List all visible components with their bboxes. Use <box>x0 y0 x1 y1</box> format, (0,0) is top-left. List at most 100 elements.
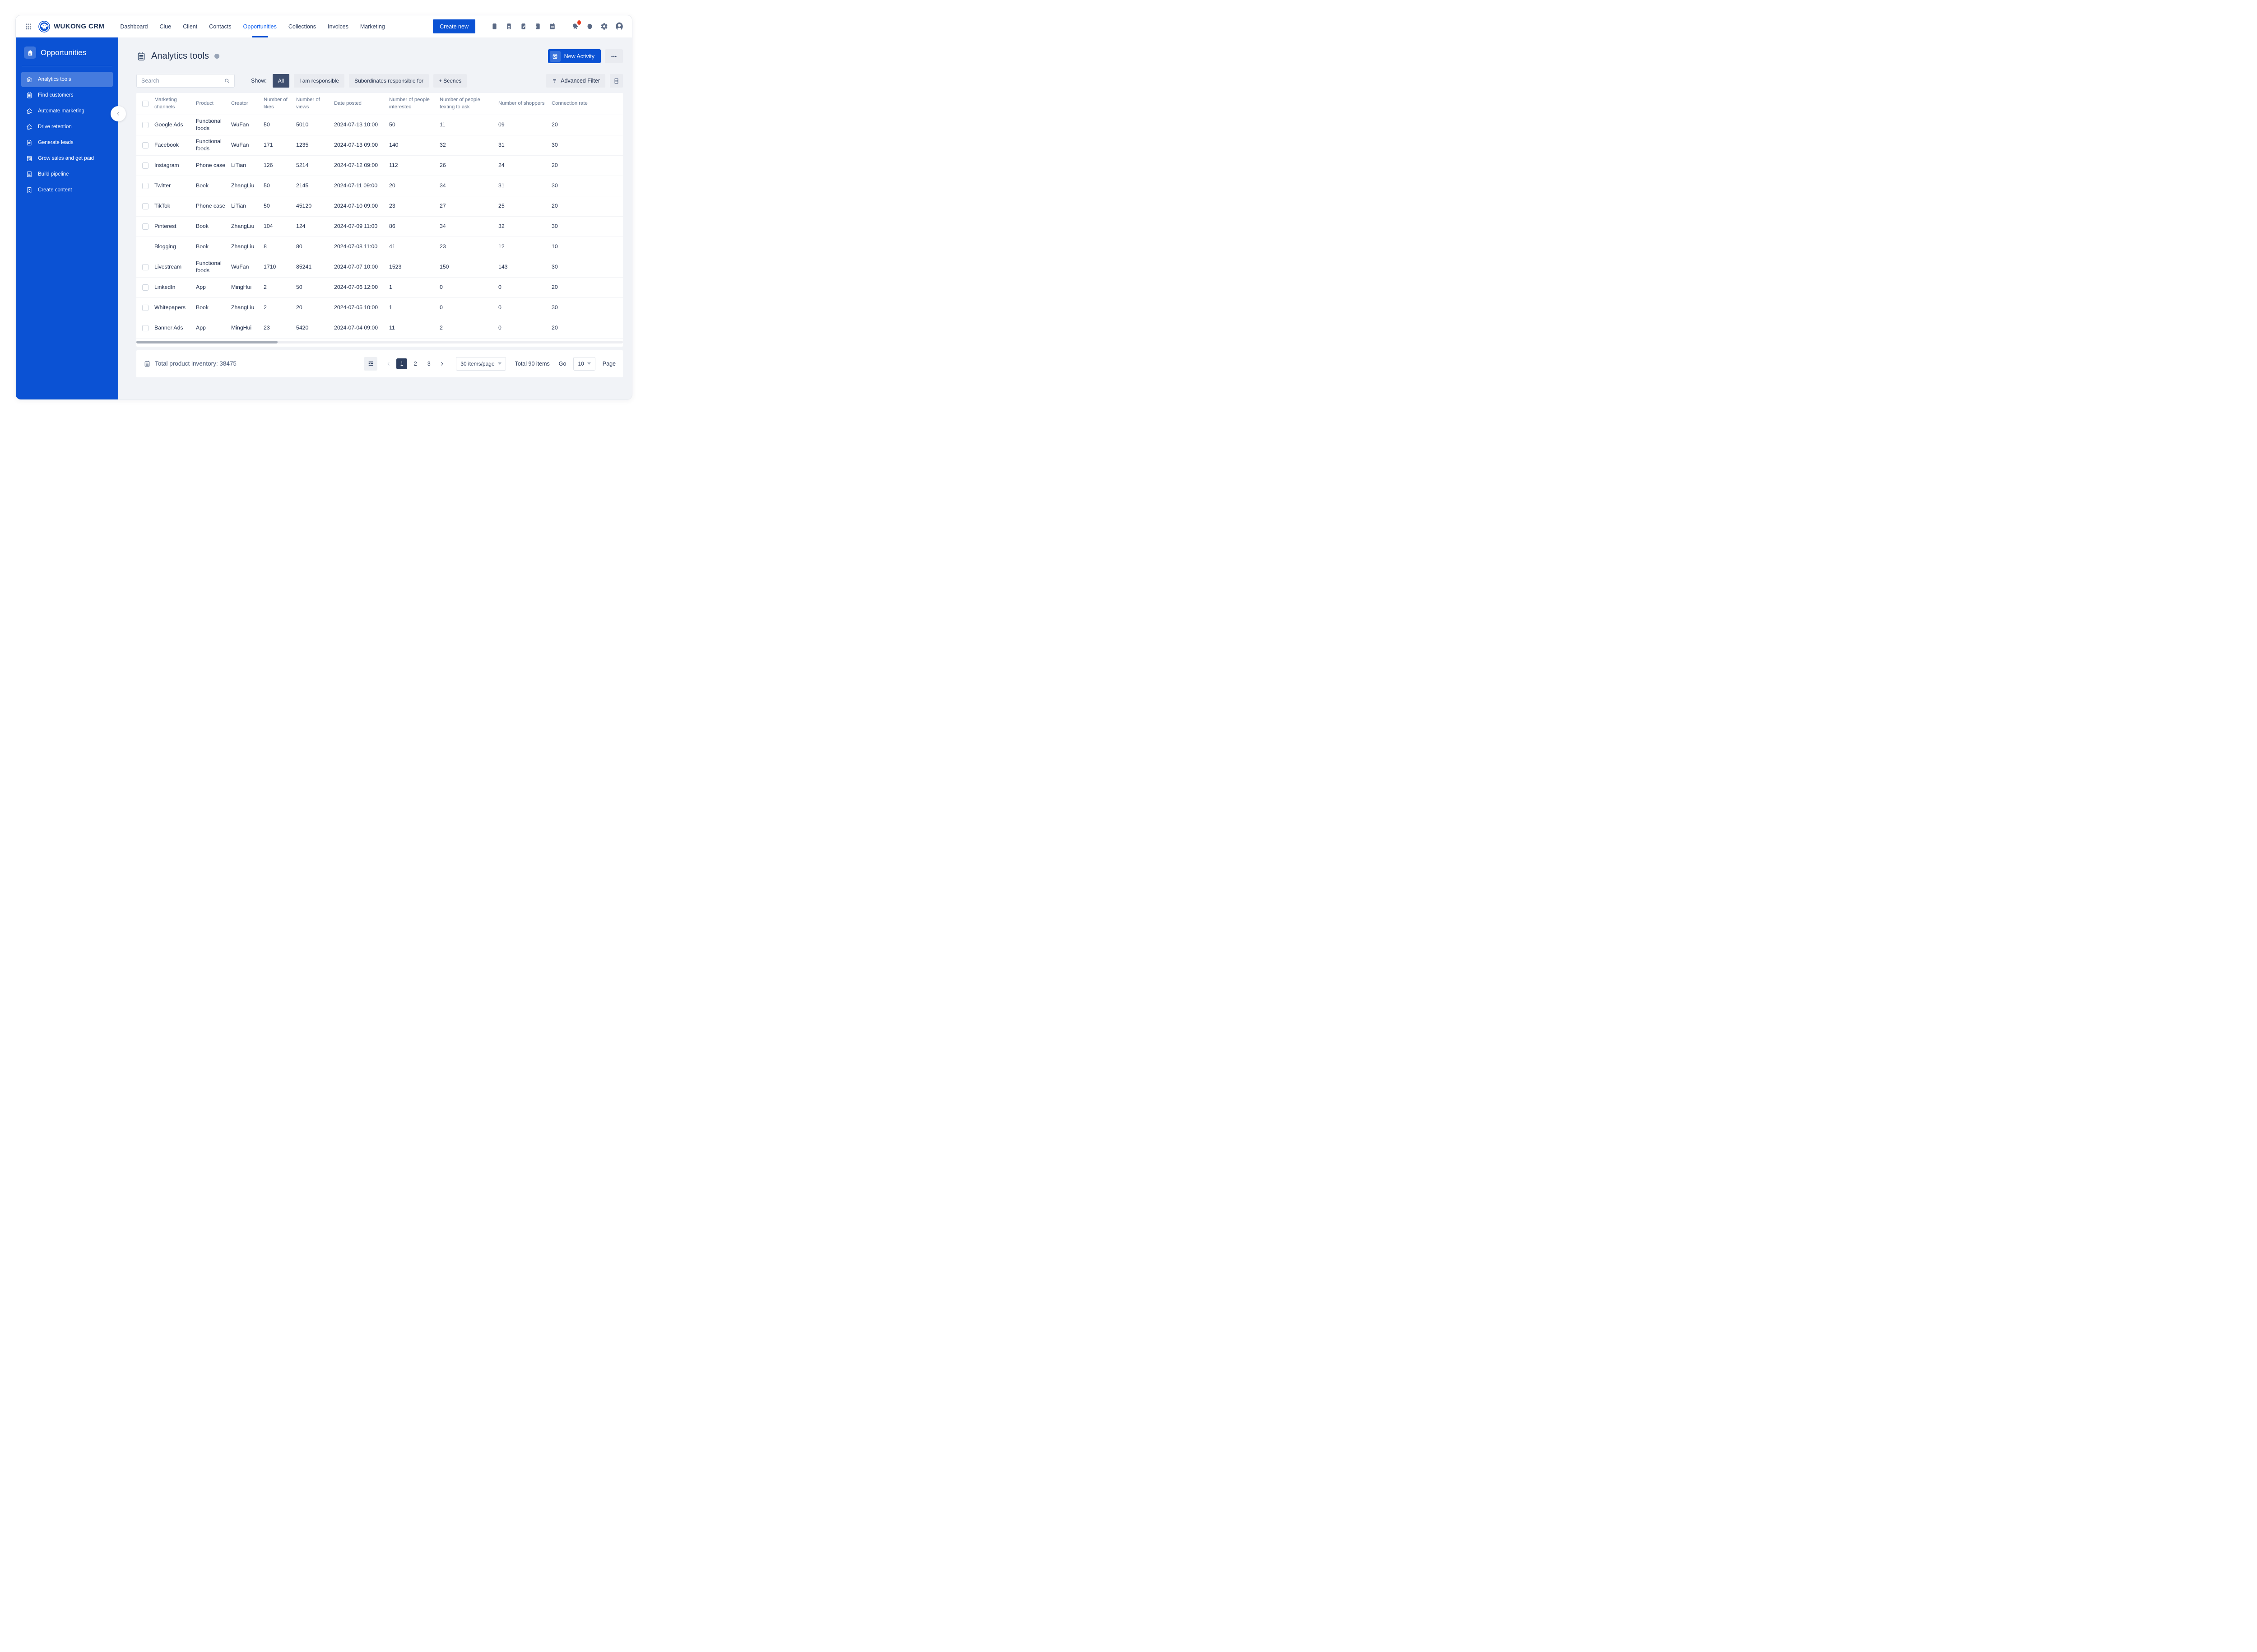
column-header-creator: Creator <box>231 100 248 106</box>
page-button-2[interactable]: 2 <box>410 358 421 369</box>
nav-item-invoices[interactable]: Invoices <box>322 15 354 37</box>
scrollbar-track[interactable] <box>136 340 623 343</box>
nav-item-contacts[interactable]: Contacts <box>203 15 237 37</box>
go-page-select[interactable]: 10 <box>573 357 595 371</box>
row-checkbox[interactable] <box>142 182 149 189</box>
sidebar-item-drive-retention[interactable]: Drive retention <box>21 119 113 135</box>
table-row[interactable]: Banner Ads App MingHui 23 5420 2024-07-04 09:… <box>136 318 623 339</box>
search-icon[interactable] <box>224 78 230 84</box>
table-row[interactable]: Twitter Book ZhangLiu 50 2145 2024-07-11 09:0… <box>136 176 623 196</box>
bookmark-x-icon <box>26 186 33 194</box>
row-checkbox[interactable] <box>142 121 149 128</box>
filter-i-am-responsible[interactable]: I am responsible <box>294 74 345 88</box>
table-body: Google Ads Functional foods WuFan 50 5010 202… <box>136 115 623 339</box>
nav-item-dashboard[interactable]: Dashboard <box>114 15 153 37</box>
more-actions-button[interactable] <box>605 49 623 63</box>
nav-item-collections[interactable]: Collections <box>283 15 322 37</box>
house-chart-icon <box>26 76 33 83</box>
sidebar-item-grow-sales-and-get-paid[interactable]: Grow sales and get paid <box>21 151 113 166</box>
nav-item-clue[interactable]: Clue <box>153 15 177 37</box>
cell-number-of-people-texting-to-ask: 23 <box>440 243 446 250</box>
search-input[interactable] <box>141 78 224 84</box>
row-checkbox[interactable] <box>142 325 149 331</box>
cell-product: Functional foods <box>196 260 222 274</box>
sidebar-item-automate-marketing[interactable]: Automate marketing <box>21 103 113 119</box>
avatar-icon[interactable] <box>615 22 624 31</box>
page-button-1[interactable]: 1 <box>396 358 408 369</box>
doc-icon[interactable] <box>491 23 498 30</box>
row-checkbox[interactable] <box>142 264 149 270</box>
cell-number-of-people-texting-to-ask: 32 <box>440 141 446 148</box>
cell-marketing-channels: TikTok <box>154 202 171 209</box>
sidebar-menu: Analytics tools Find customers Automate ma… <box>16 72 118 198</box>
table-row[interactable]: Facebook Functional foods WuFan 171 1235 2024… <box>136 135 623 156</box>
gear-icon[interactable] <box>600 23 608 30</box>
page-title: Analytics tools <box>151 51 209 61</box>
brand[interactable]: WUKONG CRM <box>38 20 104 32</box>
table-row[interactable]: Whitepapers Book ZhangLiu 2 20 2024-07-05 10:… <box>136 298 623 318</box>
row-checkbox[interactable] <box>142 162 149 169</box>
table-row[interactable]: Instagram Phone case LiTian 126 5214 2024-07-… <box>136 156 623 176</box>
go-label: Go <box>558 360 567 367</box>
row-checkbox[interactable] <box>142 304 149 311</box>
user-doc-icon[interactable] <box>505 23 513 30</box>
row-checkbox[interactable] <box>142 203 149 209</box>
cell-number-of-shoppers: 31 <box>498 141 505 148</box>
sidebar-item-analytics-tools[interactable]: Analytics tools <box>21 72 113 87</box>
sidebar-item-label: Drive retention <box>38 124 72 130</box>
next-page-button[interactable] <box>437 359 447 369</box>
sidebar-collapse-button[interactable] <box>111 106 126 121</box>
cell-connection-rate: 20 <box>552 283 558 290</box>
nav-item-label: Opportunities <box>243 23 277 30</box>
page-button-3[interactable]: 3 <box>423 358 434 369</box>
note-icon[interactable] <box>520 23 527 30</box>
table-row[interactable]: Blogging Book ZhangLiu 8 80 2024-07-08 11:00 4… <box>136 237 623 257</box>
table-header-row: Marketing channels Product Creator Number o… <box>136 93 623 115</box>
cell-date-posted: 2024-07-07 10:00 <box>334 263 378 270</box>
new-activity-button[interactable]: New Activity <box>548 49 601 63</box>
table-row[interactable]: Google Ads Functional foods WuFan 50 5010 202… <box>136 115 623 135</box>
cell-number-of-people-texting-to-ask: 27 <box>440 202 446 209</box>
row-checkbox[interactable] <box>142 223 149 230</box>
filter-subordinates-responsible-for[interactable]: Subordinates responsible for <box>349 74 429 88</box>
table-row[interactable]: LinkedIn App MingHui 2 50 2024-07-06 12:00 1 0 0… <box>136 278 623 298</box>
list-icon[interactable] <box>534 23 542 30</box>
advanced-filter-button[interactable]: Advanced Filter <box>546 74 605 88</box>
sidebar-item-create-content[interactable]: Create content <box>21 182 113 198</box>
page-header: Analytics tools New Activity <box>136 49 623 63</box>
sidebar-header: Opportunities <box>16 37 118 65</box>
cell-date-posted: 2024-07-13 09:00 <box>334 141 378 148</box>
select-all-checkbox[interactable] <box>142 100 149 107</box>
cell-date-posted: 2024-07-08 11:00 <box>334 243 378 250</box>
view-mode-button[interactable] <box>364 357 378 371</box>
sidebar-item-build-pipeline[interactable]: Build pipeline <box>21 167 113 182</box>
cell-number-of-views: 2145 <box>296 182 309 189</box>
nav-item-client[interactable]: Client <box>177 15 203 37</box>
table-row[interactable]: Livestream Functional foods WuFan 1710 85241… <box>136 257 623 278</box>
cell-number-of-people-texting-to-ask: 34 <box>440 223 446 229</box>
column-header-number-of-people-interested: Number of people interested <box>389 97 430 110</box>
row-checkbox[interactable] <box>142 142 149 148</box>
column-settings-button[interactable] <box>610 74 623 88</box>
cell-number-of-likes: 23 <box>264 324 270 331</box>
scrollbar-thumb[interactable] <box>136 340 278 343</box>
create-new-button[interactable]: Create new <box>433 19 475 33</box>
table-row[interactable]: Pinterest Book ZhangLiu 104 124 2024-07-09 11… <box>136 217 623 237</box>
bell-icon[interactable] <box>571 20 581 30</box>
filter-scenes[interactable]: + Scenes <box>433 74 467 88</box>
page-size-select[interactable]: 30 items/page <box>456 357 506 371</box>
sidebar-item-generate-leads[interactable]: Generate leads <box>21 135 113 150</box>
table-row[interactable]: TikTok Phone case LiTian 50 45120 2024-07-10 … <box>136 196 623 217</box>
filter-all[interactable]: All <box>272 74 290 88</box>
app-grid-icon[interactable] <box>25 23 33 30</box>
circle-icon[interactable] <box>586 23 594 30</box>
cell-marketing-channels: Whitepapers <box>154 304 186 311</box>
calendar-icon[interactable] <box>548 23 556 30</box>
sidebar-item-find-customers[interactable]: Find customers <box>21 88 113 103</box>
prev-page-button[interactable] <box>384 359 394 369</box>
nav-item-marketing[interactable]: Marketing <box>354 15 391 37</box>
cell-number-of-likes: 104 <box>264 223 273 229</box>
nav-item-opportunities[interactable]: Opportunities <box>237 15 283 37</box>
cell-number-of-views: 5010 <box>296 121 309 128</box>
row-checkbox[interactable] <box>142 284 149 291</box>
